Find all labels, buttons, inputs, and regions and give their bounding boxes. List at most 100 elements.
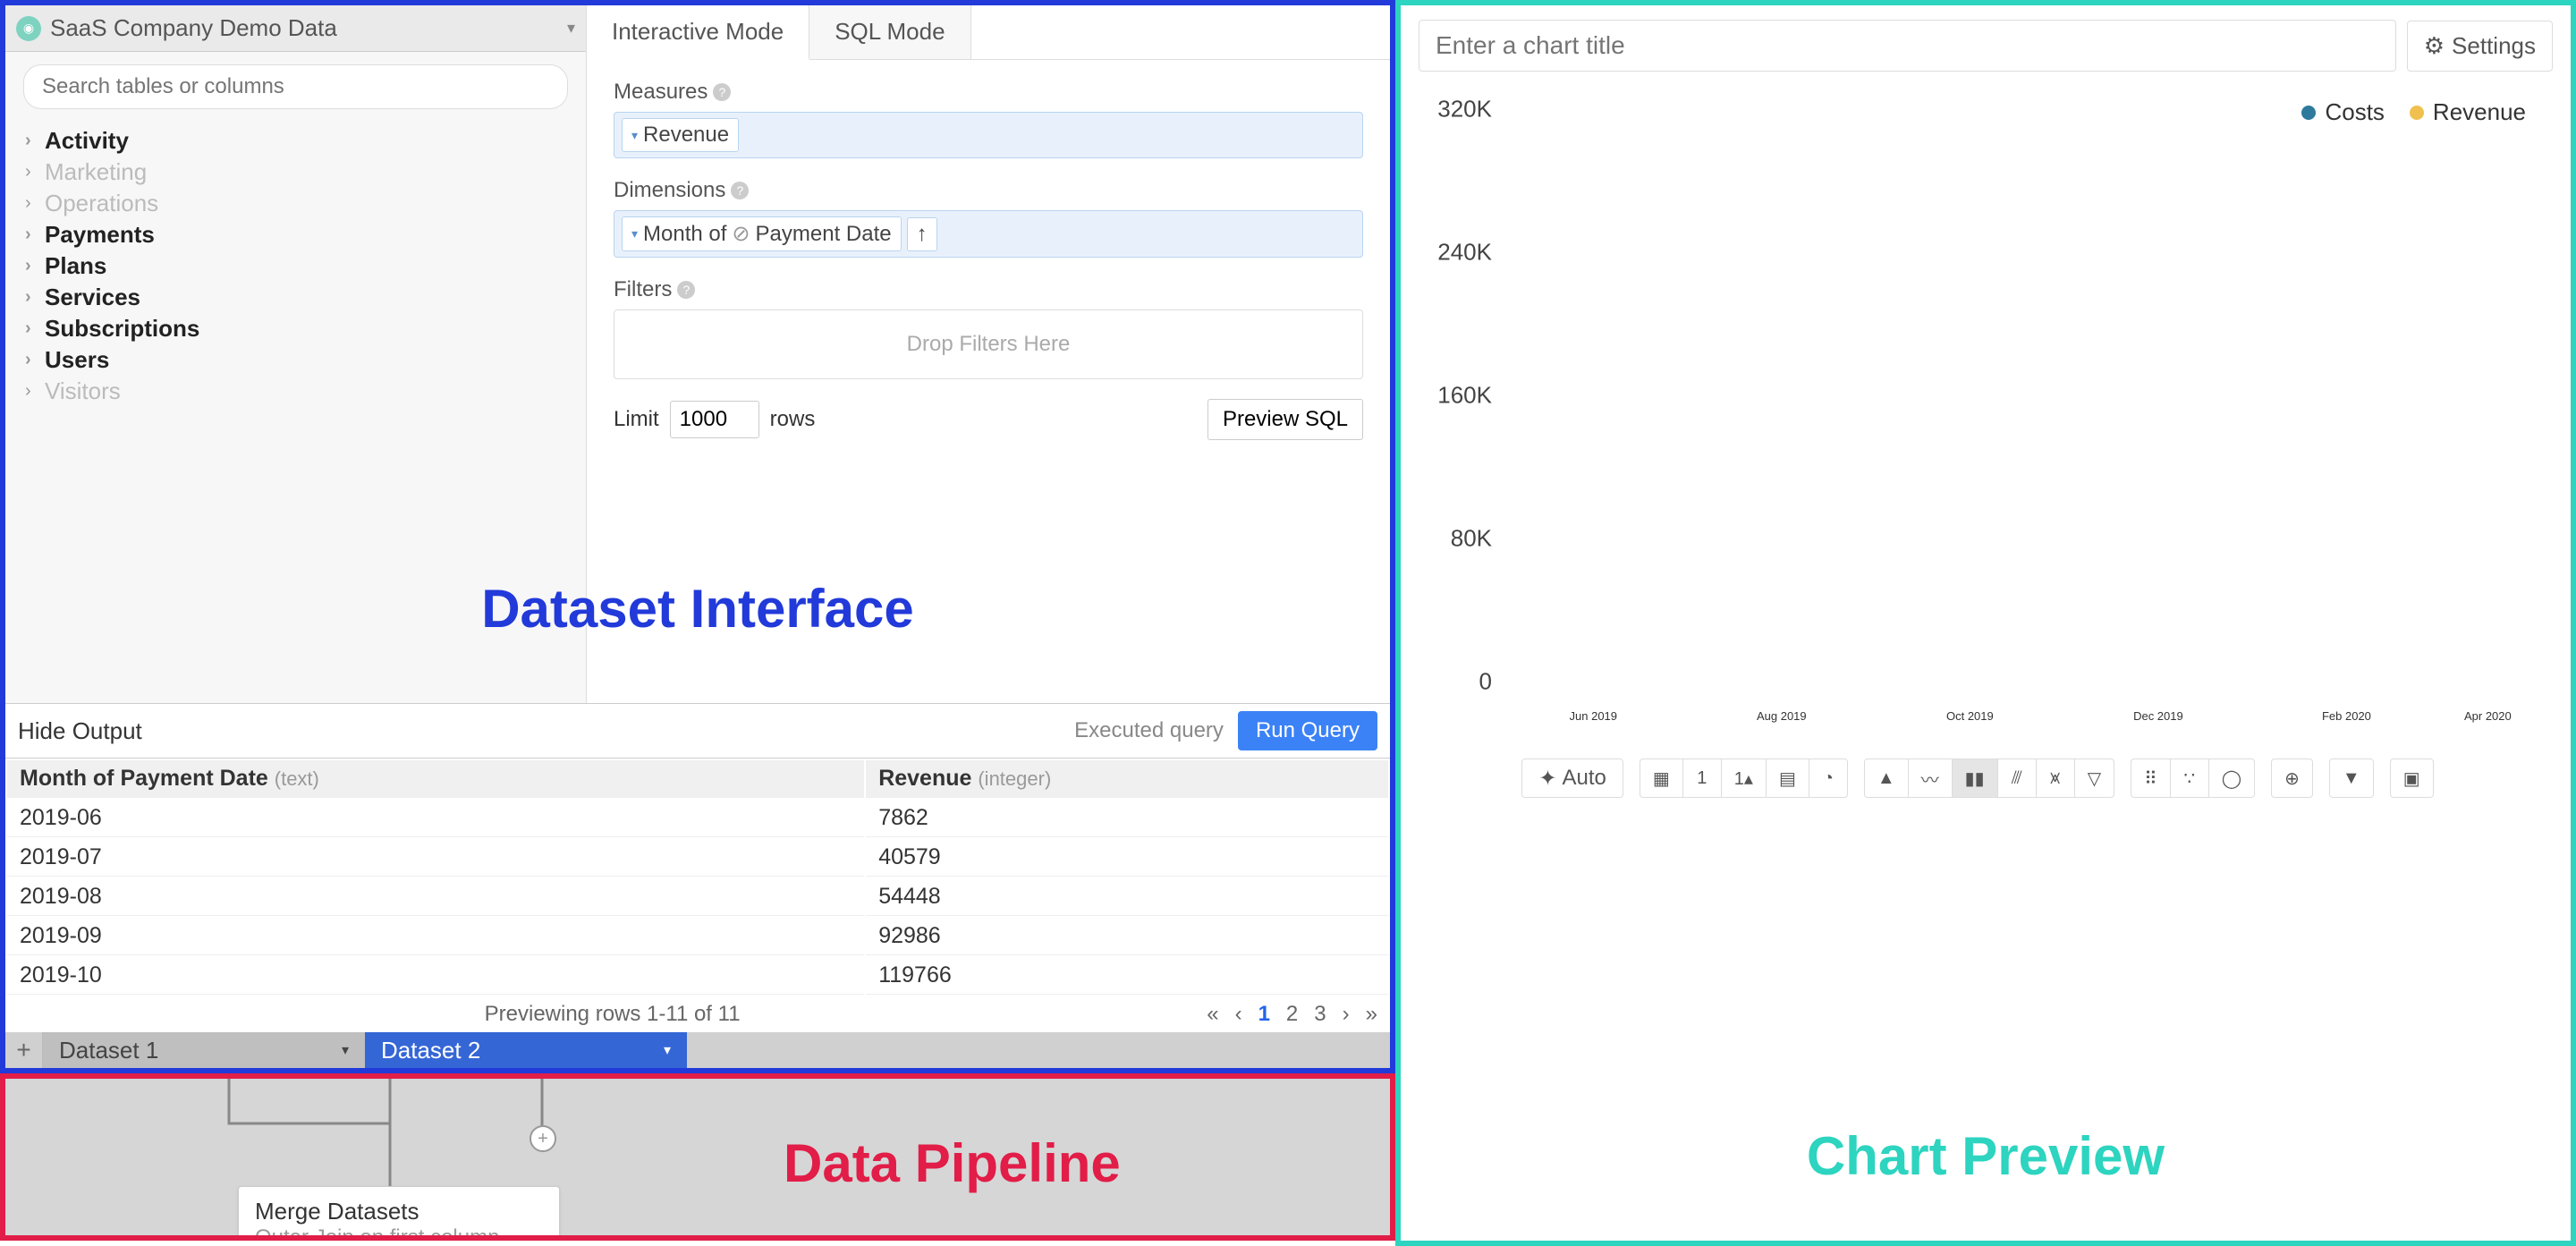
chevron-right-icon: › [25, 225, 45, 245]
datasource-name: SaaS Company Demo Data [50, 14, 567, 42]
pager-last[interactable]: » [1366, 1002, 1377, 1027]
pie-chart-icon[interactable]: ◔ [1809, 759, 1848, 798]
tree-item-services[interactable]: ›Services [20, 282, 572, 313]
horizontal-bar-icon[interactable]: ▤ [1766, 759, 1809, 798]
chart-title-input[interactable] [1419, 20, 2396, 72]
tree-item-subscriptions[interactable]: ›Subscriptions [20, 313, 572, 344]
legend-item-revenue[interactable]: Revenue [2410, 98, 2526, 126]
limit-label: Limit [614, 407, 659, 432]
bubble-chart-icon[interactable]: ∵ [2170, 759, 2209, 798]
dataset-interface-panel: ◉ SaaS Company Demo Data ▾ ›Activity›Mar… [0, 0, 1395, 1073]
add-dataset-tab[interactable]: + [5, 1032, 43, 1068]
dimensions-label: Dimensions? [614, 178, 1363, 203]
pipeline-add-node[interactable]: + [530, 1125, 556, 1152]
tree-item-operations[interactable]: ›Operations [20, 188, 572, 219]
funnel-chart-icon[interactable]: ▽ [2074, 759, 2114, 798]
query-status-text: Executed query [1074, 718, 1224, 743]
auto-chart-button[interactable]: ✦Auto [1521, 759, 1623, 798]
dataset-tab-2[interactable]: Dataset 2▾ [365, 1032, 687, 1068]
table-row[interactable]: 2019-0992986 [7, 918, 1388, 955]
line-chart-icon[interactable]: 〰 [1908, 759, 1953, 798]
chart-settings-button[interactable]: ⚙Settings [2407, 21, 2553, 72]
x-axis-label: Feb 2020 [2252, 709, 2441, 723]
single-value-icon[interactable]: 1 [1682, 759, 1722, 798]
run-query-button[interactable]: Run Query [1238, 711, 1377, 750]
dimensions-dropzone[interactable]: ▾Month of ⊘ Payment Date ↑ [614, 210, 1363, 258]
table-row[interactable]: 2019-0740579 [7, 839, 1388, 877]
image-chart-icon[interactable]: ▣ [2390, 759, 2434, 798]
merge-datasets-node[interactable]: Merge Datasets Outer Join on first colum… [238, 1186, 560, 1241]
tree-item-payments[interactable]: ›Payments [20, 219, 572, 250]
caret-down-icon: ▾ [631, 128, 638, 143]
schema-search-input[interactable] [23, 64, 568, 109]
chevron-right-icon: › [25, 256, 45, 276]
tree-item-users[interactable]: ›Users [20, 344, 572, 376]
caret-down-icon[interactable]: ▾ [342, 1041, 349, 1059]
bar-chart-icon[interactable]: ▮▮ [1952, 759, 1998, 798]
tree-item-activity[interactable]: ›Activity [20, 125, 572, 157]
results-table: Month of Payment Date (text) Revenue (in… [5, 759, 1390, 996]
help-icon[interactable]: ? [731, 182, 749, 199]
rows-label: rows [770, 407, 816, 432]
measure-pill-revenue[interactable]: ▾Revenue [622, 118, 739, 152]
x-axis-label: Jun 2019 [1499, 709, 1688, 723]
scatter-chart-icon[interactable]: ⠿ [2131, 759, 2171, 798]
tree-item-plans[interactable]: ›Plans [20, 250, 572, 282]
caret-down-icon[interactable]: ▾ [664, 1041, 671, 1059]
pager-first[interactable]: « [1207, 1002, 1218, 1027]
x-axis-label: Apr 2020 [2441, 709, 2535, 723]
chevron-right-icon: › [25, 318, 45, 339]
dataset-tab-1[interactable]: Dataset 1▾ [43, 1032, 365, 1068]
table-row[interactable]: 2019-10119766 [7, 957, 1388, 995]
wand-icon: ✦ [1538, 766, 1556, 792]
chevron-right-icon: › [25, 193, 45, 214]
preview-row-info: Previewing rows 1-11 of 11 [18, 1002, 1207, 1027]
schema-tree: ›Activity›Marketing›Operations›Payments›… [5, 122, 586, 411]
area-chart-icon[interactable]: ▲ [1864, 759, 1909, 798]
legend-item-costs[interactable]: Costs [2301, 98, 2384, 126]
sparkline-icon[interactable]: ⩙ [2036, 759, 2075, 798]
combo-chart-icon[interactable]: ⫻ [1997, 759, 2037, 798]
table-chart-icon[interactable]: ▦ [1640, 759, 1683, 798]
table-row[interactable]: 2019-0854448 [7, 878, 1388, 916]
heatmap-icon[interactable]: ◯ [2208, 759, 2255, 798]
filters-dropzone[interactable]: Drop Filters Here [614, 309, 1363, 379]
single-value-trend-icon[interactable]: 1▴ [1721, 759, 1767, 798]
hide-output-toggle[interactable]: Hide Output [18, 717, 142, 745]
column-header-revenue[interactable]: Revenue (integer) [866, 760, 1388, 798]
datasource-icon: ◉ [16, 16, 41, 41]
limit-input[interactable] [670, 401, 759, 438]
filter-icon[interactable]: ▼ [2329, 759, 2374, 798]
help-icon[interactable]: ? [677, 281, 695, 299]
measures-dropzone[interactable]: ▾Revenue [614, 112, 1363, 158]
chevron-right-icon: › [25, 131, 45, 151]
merge-node-subtitle: Outer Join on first column [255, 1225, 543, 1241]
tree-item-marketing[interactable]: ›Marketing [20, 157, 572, 188]
tab-sql-mode[interactable]: SQL Mode [809, 5, 970, 59]
legend-swatch [2301, 106, 2316, 120]
y-axis-tick: 80K [1422, 525, 1492, 553]
dimension-pill-month[interactable]: ▾Month of ⊘ Payment Date [622, 216, 902, 251]
x-axis-label: Aug 2019 [1688, 709, 1877, 723]
pager-next[interactable]: › [1343, 1002, 1350, 1027]
tab-interactive-mode[interactable]: Interactive Mode [587, 5, 809, 60]
sort-direction-pill[interactable]: ↑ [907, 217, 937, 251]
pager-page-3[interactable]: 3 [1314, 1002, 1326, 1027]
pager-prev[interactable]: ‹ [1235, 1002, 1242, 1027]
chart-legend: Costs Revenue [1419, 98, 2553, 126]
y-axis-tick: 320K [1422, 96, 1492, 123]
map-chart-icon[interactable]: ⊕ [2271, 759, 2313, 798]
column-header-month[interactable]: Month of Payment Date (text) [7, 760, 864, 798]
help-icon[interactable]: ? [713, 83, 731, 101]
pager-page-1[interactable]: 1 [1258, 1002, 1270, 1027]
table-row[interactable]: 2019-067862 [7, 800, 1388, 837]
pager-page-2[interactable]: 2 [1286, 1002, 1298, 1027]
chevron-right-icon: › [25, 162, 45, 182]
preview-sql-button[interactable]: Preview SQL [1208, 399, 1363, 440]
gear-icon: ⚙ [2424, 32, 2445, 60]
measures-label: Measures? [614, 80, 1363, 105]
dataset-tabs-bar: + Dataset 1▾ Dataset 2▾ [5, 1032, 1390, 1068]
y-axis-tick: 240K [1422, 239, 1492, 267]
tree-item-visitors[interactable]: ›Visitors [20, 376, 572, 407]
datasource-selector[interactable]: ◉ SaaS Company Demo Data ▾ [5, 5, 586, 52]
